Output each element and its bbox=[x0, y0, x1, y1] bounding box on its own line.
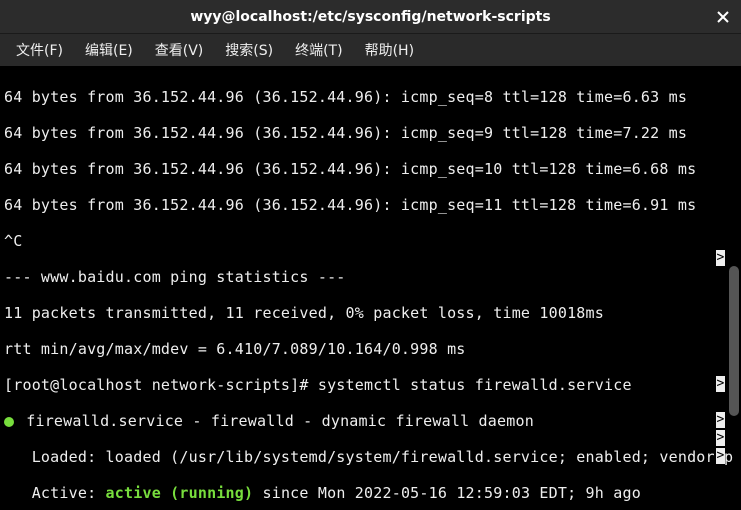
menubar: 文件(F) 编辑(E) 查看(V) 搜索(S) 终端(T) 帮助(H) bbox=[0, 34, 741, 66]
titlebar: wyy@localhost:/etc/sysconfig/network-scr… bbox=[0, 0, 741, 34]
ping-line: 64 bytes from 36.152.44.96 (36.152.44.96… bbox=[4, 196, 737, 214]
service-title: firewalld.service - firewalld - dynamic … bbox=[4, 412, 737, 430]
service-active: Active: active (running) since Mon 2022-… bbox=[4, 484, 737, 502]
menu-help[interactable]: 帮助(H) bbox=[355, 36, 424, 64]
menu-search[interactable]: 搜索(S) bbox=[215, 36, 283, 64]
status-dot-icon bbox=[4, 417, 14, 427]
ping-line: 64 bytes from 36.152.44.96 (36.152.44.96… bbox=[4, 88, 737, 106]
overflow-indicator-icon: > bbox=[716, 250, 725, 266]
ping-line: 64 bytes from 36.152.44.96 (36.152.44.96… bbox=[4, 160, 737, 178]
overflow-indicator-icon: > bbox=[716, 376, 725, 392]
ping-line: ^C bbox=[4, 232, 737, 250]
terminal-output[interactable]: 64 bytes from 36.152.44.96 (36.152.44.96… bbox=[0, 66, 741, 510]
overflow-indicator-icon: > bbox=[716, 430, 725, 446]
service-loaded: Loaded: loaded (/usr/lib/systemd/system/… bbox=[4, 448, 737, 466]
ping-stats: rtt min/avg/max/mdev = 6.410/7.089/10.16… bbox=[4, 340, 737, 358]
menu-terminal[interactable]: 终端(T) bbox=[285, 36, 352, 64]
close-icon[interactable] bbox=[713, 7, 733, 27]
ping-stats: 11 packets transmitted, 11 received, 0% … bbox=[4, 304, 737, 322]
overflow-indicator-icon: > bbox=[716, 448, 725, 464]
prompt-line: [root@localhost network-scripts]# system… bbox=[4, 376, 737, 394]
window-title: wyy@localhost:/etc/sysconfig/network-scr… bbox=[190, 9, 550, 25]
ping-stats: --- www.baidu.com ping statistics --- bbox=[4, 268, 737, 286]
menu-view[interactable]: 查看(V) bbox=[145, 36, 214, 64]
scrollbar[interactable] bbox=[729, 266, 739, 416]
ping-line: 64 bytes from 36.152.44.96 (36.152.44.96… bbox=[4, 124, 737, 142]
menu-file[interactable]: 文件(F) bbox=[6, 36, 73, 64]
overflow-indicator-icon: > bbox=[716, 412, 725, 428]
menu-edit[interactable]: 编辑(E) bbox=[75, 36, 143, 64]
active-running: active (running) bbox=[106, 484, 254, 502]
